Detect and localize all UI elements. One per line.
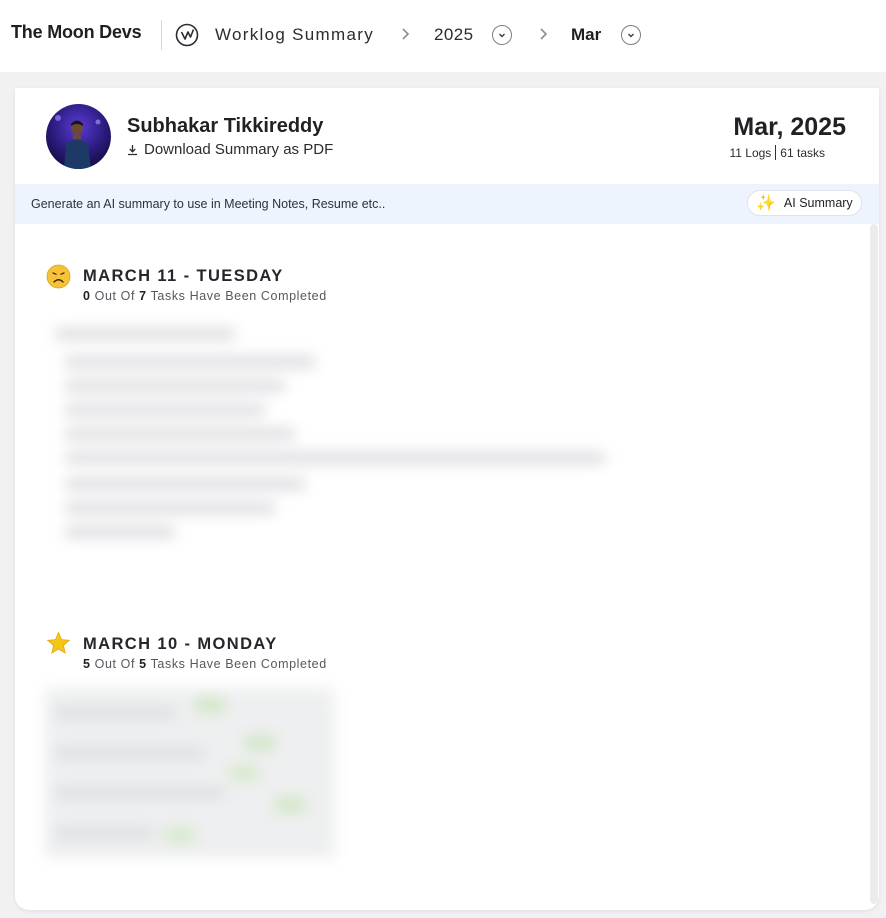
out-of-label: Out Of	[94, 289, 136, 303]
completion-suffix: Tasks Have Been Completed	[150, 657, 327, 671]
year-dropdown-button[interactable]	[492, 25, 512, 45]
out-of-label: Out Of	[94, 657, 136, 671]
day-completion: 5 Out Of 5 Tasks Have Been Completed	[83, 657, 327, 671]
day-title: MARCH 11 - TUESDAY	[83, 267, 284, 285]
brand-name[interactable]: The Moon Devs	[11, 22, 142, 43]
breadcrumb-month[interactable]: Mar	[571, 25, 601, 45]
user-name: Subhakar Tikkireddy	[127, 115, 324, 137]
download-pdf-label: Download Summary as PDF	[144, 141, 334, 158]
ai-summary-button[interactable]: ✨ AI Summary	[747, 190, 862, 216]
worklog-card: Subhakar Tikkireddy Download Summary as …	[15, 88, 879, 910]
total-count: 5	[139, 657, 147, 671]
profile-header: Subhakar Tikkireddy Download Summary as …	[15, 88, 879, 184]
brand-divider	[161, 20, 162, 50]
day-completion: 0 Out Of 7 Tasks Have Been Completed	[83, 289, 327, 303]
moon-devs-logo-icon	[175, 23, 199, 47]
blurred-task-list	[37, 320, 627, 560]
period-stats: 11 Logs 61 tasks	[729, 145, 825, 160]
sparkles-icon: ✨	[756, 195, 776, 212]
avatar	[46, 104, 111, 169]
frowning-face-icon	[46, 264, 71, 289]
breadcrumb-year[interactable]: 2025	[434, 25, 473, 45]
period-title: Mar, 2025	[733, 113, 846, 141]
tasks-count: 61 tasks	[780, 145, 825, 160]
breadcrumb-worklog-summary[interactable]: Worklog Summary	[215, 25, 374, 45]
download-icon	[128, 144, 137, 155]
total-count: 7	[139, 289, 147, 303]
ai-summary-bar: Generate an AI summary to use in Meeting…	[15, 184, 879, 224]
chevron-right-icon	[540, 28, 548, 40]
chevron-right-icon	[402, 28, 410, 40]
top-bar: The Moon Devs Worklog Summary 2025 Mar	[0, 0, 886, 72]
blurred-task-list	[45, 688, 335, 858]
chevron-down-icon	[628, 33, 634, 38]
ai-summary-button-label: AI Summary	[783, 196, 853, 210]
user-photo-icon	[46, 104, 111, 169]
stats-divider	[775, 145, 777, 160]
day-title: MARCH 10 - MONDAY	[83, 635, 278, 653]
star-icon	[46, 631, 71, 654]
ai-summary-hint: Generate an AI summary to use in Meeting…	[31, 197, 386, 211]
chevron-down-icon	[499, 33, 505, 38]
logs-count: 11 Logs	[729, 145, 772, 160]
completed-count: 5	[83, 657, 91, 671]
completion-suffix: Tasks Have Been Completed	[150, 289, 327, 303]
scrollbar-track[interactable]	[870, 224, 878, 904]
download-pdf-link[interactable]: Download Summary as PDF	[127, 141, 333, 158]
completed-count: 0	[83, 289, 91, 303]
month-dropdown-button[interactable]	[621, 25, 641, 45]
